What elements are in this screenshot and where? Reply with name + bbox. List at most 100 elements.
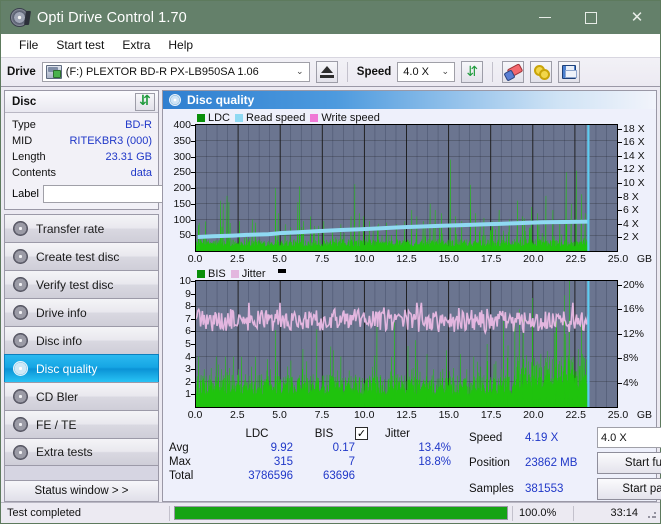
- start-part-button[interactable]: Start part: [597, 478, 661, 500]
- disc-row-key: Length: [12, 151, 46, 163]
- chart-bis-y-axis: 12345678910: [163, 280, 195, 408]
- toolbar-divider-2: [492, 62, 493, 82]
- disc-icon: [13, 277, 28, 292]
- x-tick-label: 17.5: [481, 253, 501, 265]
- menu-extra[interactable]: Extra: [113, 36, 159, 54]
- maximize-button[interactable]: [568, 1, 614, 34]
- x-tick-label: 22.5: [565, 253, 585, 265]
- resize-grip[interactable]: [644, 506, 658, 520]
- erase-button[interactable]: [502, 61, 524, 83]
- disc-icon: [13, 445, 28, 460]
- disc-row-key: MID: [12, 135, 32, 147]
- disc-info-list: Type BD-R MID RITEKBR3 (000) Length 23.3…: [5, 113, 158, 209]
- y-tick-label: 200: [173, 182, 191, 194]
- disc-panel: Disc ⇵ Type BD-R MID RITEKBR3 (000) Leng…: [4, 90, 159, 210]
- save-button[interactable]: [558, 61, 580, 83]
- refresh-button[interactable]: ⇵: [461, 61, 483, 83]
- status-message: Test completed: [1, 503, 169, 523]
- stats-avg-jitter: 13.4%: [377, 442, 451, 454]
- sidebar-item-label: Drive info: [36, 306, 87, 320]
- status-divider-1: [169, 506, 170, 521]
- y-tick-right: [618, 224, 622, 225]
- progress-percent: 100.0%: [513, 503, 573, 523]
- menu-help[interactable]: Help: [159, 36, 202, 54]
- x-tick-label: 20.0: [523, 253, 543, 265]
- menu-file[interactable]: File: [10, 36, 47, 54]
- x-tick-label: 0.0: [188, 253, 203, 265]
- stats-total-bis: 63696: [293, 470, 355, 482]
- x-tick-label: 10.0: [354, 253, 374, 265]
- sidebar-item-disc-quality[interactable]: Disc quality: [4, 354, 159, 382]
- x-tick-label: 2.5: [230, 409, 245, 421]
- jitter-checkbox[interactable]: ✓: [355, 427, 368, 440]
- disc-icon: [13, 333, 28, 348]
- maximize-icon: [585, 12, 597, 24]
- sidebar-item-transfer-rate[interactable]: Transfer rate: [4, 214, 159, 242]
- stats-row-label-avg: Avg: [169, 442, 221, 454]
- sidebar-item-disc-info[interactable]: Disc info: [4, 326, 159, 354]
- disc-icon: [13, 221, 28, 236]
- minimize-button[interactable]: [522, 1, 568, 34]
- application-window: Opti Drive Control 1.70 ✕ File Start tes…: [0, 0, 661, 524]
- sidebar-item-verify-test-disc[interactable]: Verify test disc: [4, 270, 159, 298]
- sidebar: Disc ⇵ Type BD-R MID RITEKBR3 (000) Leng…: [4, 90, 159, 502]
- speed-select[interactable]: 4.0 X ⌄: [397, 62, 455, 82]
- y-tick-right: [618, 197, 622, 198]
- disc-row-mid: MID RITEKBR3 (000): [12, 133, 152, 149]
- disc-icon: [13, 249, 28, 264]
- status-window-button[interactable]: Status window > >: [4, 480, 159, 502]
- menu-start-test[interactable]: Start test: [47, 36, 113, 54]
- sidebar-item-label: Extra tests: [36, 445, 93, 459]
- legend-label-read-speed: Read speed: [246, 112, 305, 124]
- x-tick-label: 7.5: [315, 409, 330, 421]
- chart-ldc-y-axis-right: 2 X4 X6 X8 X10 X12 X14 X16 X18 X: [618, 124, 656, 252]
- y-tick-label-right: 4 X: [623, 218, 639, 230]
- chart-ldc-x-axis: 0.02.55.07.510.012.515.017.520.022.525.0…: [195, 252, 618, 267]
- eject-button[interactable]: [316, 61, 338, 83]
- sidebar-item-cd-bler[interactable]: CD Bler: [4, 382, 159, 410]
- y-tick-label: 250: [173, 166, 191, 178]
- close-button[interactable]: ✕: [614, 1, 660, 34]
- sidebar-item-fe-te[interactable]: FE / TE: [4, 410, 159, 438]
- sidebar-item-label: Disc info: [36, 334, 82, 348]
- statistics-grid: LDC BIS ✓ Jitter Avg 9.92 0.17 13.4% Ma: [169, 427, 469, 482]
- sidebar-item-drive-info[interactable]: Drive info: [4, 298, 159, 326]
- disc-refresh-button[interactable]: ⇵: [135, 93, 155, 111]
- chart-ldc-plot[interactable]: [195, 124, 618, 252]
- app-icon: [10, 8, 29, 27]
- y-tick-label: 150: [173, 198, 191, 210]
- disc-icon: [169, 94, 181, 106]
- y-tick-label: 50: [179, 229, 191, 241]
- drive-select[interactable]: (F:) PLEXTOR BD-R PX-LB950SA 1.06 ⌄: [42, 62, 310, 82]
- stats-header-ldc: LDC: [221, 428, 293, 440]
- chart-bis-x-axis: 0.02.55.07.510.012.515.017.520.022.525.0…: [195, 408, 618, 423]
- y-tick-label-right: 14 X: [623, 150, 645, 162]
- legend-swatch-write-speed: [310, 114, 318, 122]
- charts-area: LDC Read speed Write speed 5010015020025…: [163, 109, 656, 501]
- chart-bis-legend: BIS Jitter: [163, 267, 656, 280]
- navigation-list: Transfer rate Create test disc Verify te…: [4, 214, 159, 466]
- status-bar: Test completed 100.0% 33:14: [1, 502, 660, 523]
- chart-bis-plot[interactable]: [195, 280, 618, 408]
- save-icon: [562, 65, 576, 79]
- test-speed-select[interactable]: 4.0 X ⌄: [597, 427, 661, 448]
- keys-button[interactable]: [530, 61, 552, 83]
- x-tick-label: 5.0: [272, 253, 287, 265]
- y-tick-label-right: 18 X: [623, 123, 645, 135]
- y-tick-right: [618, 358, 622, 359]
- start-full-button[interactable]: Start full: [597, 452, 661, 474]
- x-tick-label: 15.0: [439, 409, 459, 421]
- y-tick-label-right: 16 X: [623, 136, 645, 148]
- sidebar-item-label: CD Bler: [36, 390, 78, 404]
- y-tick-right: [618, 210, 622, 211]
- sidebar-item-extra-tests[interactable]: Extra tests: [4, 438, 159, 466]
- progress-bar: [174, 506, 508, 520]
- content-header: Disc quality: [163, 91, 656, 109]
- legend-label-jitter: Jitter: [242, 268, 266, 280]
- chart-marker-icon: [278, 269, 286, 273]
- stats-header-bis: BIS: [293, 428, 355, 440]
- y-tick-right: [618, 169, 622, 170]
- sidebar-item-label: Disc quality: [36, 362, 97, 376]
- sidebar-item-create-test-disc[interactable]: Create test disc: [4, 242, 159, 270]
- x-tick-label: 2.5: [230, 253, 245, 265]
